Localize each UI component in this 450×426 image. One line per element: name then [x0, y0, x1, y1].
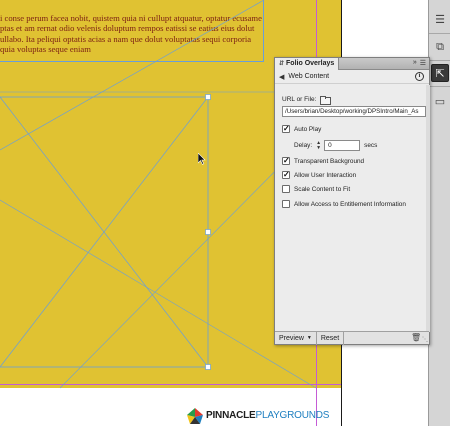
logo-text-bold: PINNACLE: [206, 410, 256, 421]
panel-tabbar[interactable]: ⇵ Folio Overlays » ☰: [275, 57, 429, 70]
allow-user-interaction-row[interactable]: Allow User Interaction: [282, 170, 357, 179]
auto-play-checkbox[interactable]: [282, 124, 290, 133]
dock-separator: [429, 60, 450, 61]
allow-user-interaction-checkbox[interactable]: [282, 170, 290, 179]
option-label: Allow User Interaction: [294, 171, 357, 179]
delay-unit: secs: [364, 142, 378, 149]
tab-folio-overlays[interactable]: ⇵ Folio Overlays: [275, 57, 340, 70]
layers-icon[interactable]: ⧉: [431, 38, 449, 56]
back-arrow-icon[interactable]: ◀: [279, 73, 284, 81]
option-label: Allow Access to Entitlement Information: [294, 200, 406, 208]
transparent-background-row[interactable]: Transparent Background: [282, 156, 365, 165]
reset-label: Reset: [320, 334, 340, 342]
option-label: Transparent Background: [294, 157, 365, 165]
chevron-down-icon: ▼: [306, 335, 312, 341]
resize-grip-icon[interactable]: ⋱: [422, 336, 428, 343]
frame-diagonal: [0, 199, 317, 389]
panel-scrollbar[interactable]: [426, 85, 430, 332]
expand-icon[interactable]: »: [413, 59, 417, 67]
frame-handle: [205, 364, 211, 370]
url-field[interactable]: /Users/brian/Desktop/working/DPSIntro/Ma…: [282, 106, 426, 117]
reset-button[interactable]: Reset: [317, 331, 345, 345]
logo-text-light: PLAYGROUNDS: [255, 410, 330, 421]
auto-play-checkbox-row[interactable]: Auto Play: [282, 124, 322, 133]
entitlement-access-row[interactable]: Allow Access to Entitlement Information: [282, 200, 406, 208]
scale-content-row[interactable]: Scale Content to Fit: [282, 185, 350, 193]
delay-field[interactable]: 0: [324, 140, 361, 151]
delay-row: Delay: ▲ ▼ 0 secs: [294, 140, 377, 151]
folio-overlays-icon[interactable]: ⇱: [431, 64, 449, 82]
dock-separator: [429, 86, 450, 87]
preview-label: Preview: [279, 334, 304, 342]
delay-label: Delay:: [294, 142, 313, 149]
url-label: URL or File:: [282, 96, 317, 103]
frame-handle: [205, 94, 211, 100]
trash-icon[interactable]: 🗑: [411, 334, 421, 342]
option-label: Scale Content to Fit: [294, 185, 351, 193]
delay-stepper[interactable]: ▲ ▼: [316, 140, 323, 151]
links-icon[interactable]: ▭: [431, 92, 449, 110]
pages-icon[interactable]: ☰: [431, 10, 449, 28]
transparent-background-checkbox[interactable]: [282, 156, 290, 165]
folder-icon[interactable]: [320, 96, 332, 105]
auto-play-label: Auto Play: [294, 125, 322, 133]
panel-dock: ☰ ⧉ ⇱ ▭: [428, 0, 450, 426]
preview-button[interactable]: Preview ▼: [275, 331, 317, 345]
tab-label: Folio Overlays: [286, 60, 335, 67]
logo: PINNACLE PLAYGROUNDS: [186, 405, 329, 426]
info-icon[interactable]: i: [415, 72, 424, 81]
url-row: URL or File:: [282, 96, 332, 105]
folio-overlays-panel: ⇵ Folio Overlays » ☰ ◀ Web Content i URL…: [274, 57, 430, 345]
entitlement-access-checkbox[interactable]: [282, 200, 290, 208]
panel-menu[interactable]: » ☰: [413, 59, 426, 67]
dock-separator: [429, 33, 450, 34]
panel-footer: Preview ▼ Reset 🗑 ⋱: [275, 331, 429, 345]
panel-header-title: Web Content: [288, 73, 330, 80]
stepper-down-icon[interactable]: ▼: [316, 145, 323, 151]
panel-menu-icon[interactable]: ☰: [420, 59, 426, 67]
frame-handle: [205, 229, 211, 235]
logo-mark-icon: [186, 407, 204, 425]
collapse-icon[interactable]: ⇵: [279, 60, 284, 67]
panel-header: ◀ Web Content i: [275, 70, 429, 84]
frame-diagonal: [0, 0, 265, 151]
scale-content-checkbox[interactable]: [282, 185, 290, 193]
arrow-cursor-icon: [197, 152, 206, 170]
